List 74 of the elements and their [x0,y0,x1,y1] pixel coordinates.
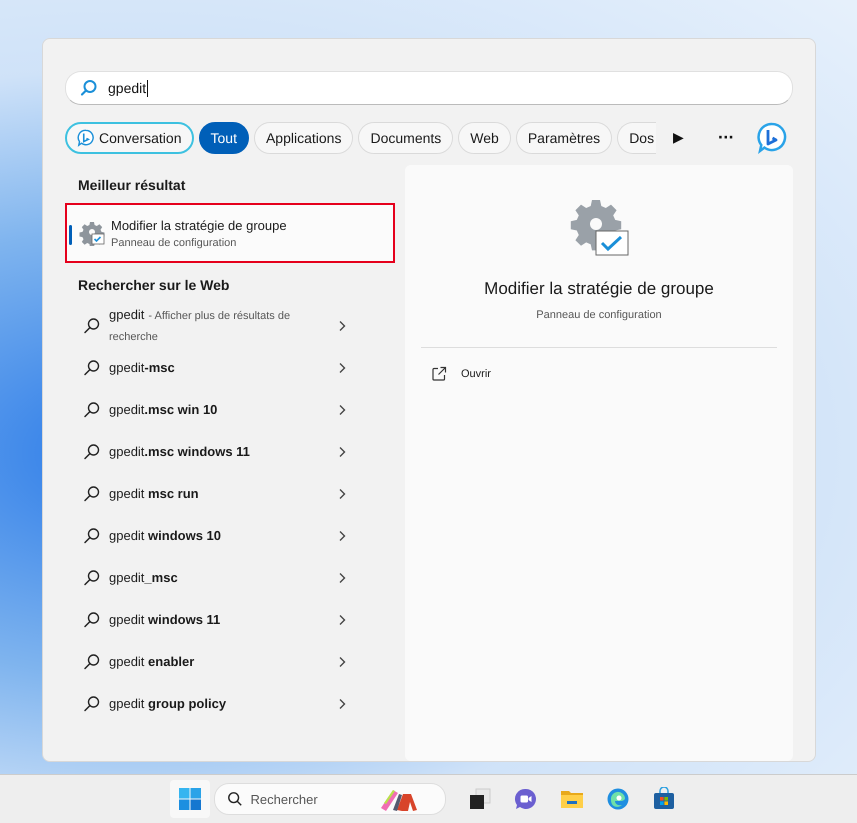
filter-tab[interactable]: Paramètres [516,122,612,154]
search-icon [83,443,101,461]
filter-tab[interactable]: Tout [198,122,249,154]
search-icon [83,653,101,671]
chevron-right-icon [337,320,347,332]
result-subtitle: Panneau de configuration [111,236,238,248]
chat-bubble-icon [77,129,95,147]
search-icon [83,401,101,419]
gear-checkbox-icon [568,199,630,257]
task-view-icon[interactable] [468,787,492,811]
search-icon [83,611,101,629]
chevron-right-icon [337,656,347,668]
search-icon [226,791,242,807]
chevron-right-icon [337,362,347,374]
search-icon [83,485,101,503]
web-result-text: gpedit windows 10 [109,527,222,545]
search-placeholder: Rechercher [250,792,319,806]
web-result-item[interactable]: gpedit_msc [65,557,395,599]
section-heading: Meilleur résultat [78,177,186,193]
search-icon [83,317,101,335]
store-bag-icon[interactable] [652,787,676,811]
video-chat-icon[interactable] [514,787,538,811]
chevron-right-icon [337,572,347,584]
scroll-tabs-button[interactable]: ▶ [669,126,688,150]
search-field[interactable]: gpedit [65,71,793,105]
web-result-text: gpedit.msc windows 11 [109,443,251,461]
best-result-item[interactable]: Modifier la stratégie de groupe Panneau de configuration [65,203,395,263]
search-icon [83,695,101,713]
web-result-item[interactable]: gpedit enabler [65,641,395,683]
chevron-right-icon [337,404,347,416]
search-icon [80,79,98,97]
web-result-text: gpedit - Afficher plus de résultats de recherche [109,306,292,345]
web-result-text: gpedit.msc win 10 [109,401,218,419]
conversation-tab[interactable]: Conversation [65,122,194,154]
filter-tab[interactable]: Web [458,122,511,154]
search-query: gpedit [108,80,146,96]
gear-checkbox-icon [79,220,105,246]
filter-tab[interactable]: Dos [617,122,656,154]
chevron-right-icon [337,488,347,500]
windows-logo-icon [178,787,202,811]
web-result-text: gpedit windows 11 [109,611,222,629]
web-result-text: gpedit msc run [109,485,200,503]
web-result-text: gpedit-msc [109,359,176,377]
open-action[interactable]: Ouvrir [421,360,501,388]
search-icon [83,359,101,377]
web-result-text: gpedit enabler [109,653,196,671]
web-result-item[interactable]: gpedit msc run [65,473,395,515]
browser-icon[interactable] [606,787,630,811]
web-result-item[interactable]: gpedit windows 10 [65,515,395,557]
web-result-text: gpedit group policy [109,695,228,713]
web-result-item[interactable]: gpedit.msc windows 11 [65,431,395,473]
filter-tab[interactable]: Documents [358,122,454,154]
preview-title: Modifier la stratégie de groupe [484,279,714,299]
filter-tab[interactable]: Applications [254,122,354,154]
section-heading: Rechercher sur le Web [78,277,230,293]
web-result-item[interactable]: gpedit-msc [65,347,395,389]
web-result-item[interactable]: gpedit - Afficher plus de résultats de recherche [65,305,395,347]
preview-subtitle: Panneau de configuration [536,309,662,321]
start-button[interactable] [170,780,210,818]
search-icon [83,569,101,587]
chevron-right-icon [337,446,347,458]
search-icon [83,527,101,545]
more-options-button[interactable]: ··· [714,126,738,150]
taskbar-search-field[interactable]: Rechercher [214,783,446,815]
chevron-right-icon [337,530,347,542]
external-link-icon [431,366,447,382]
web-result-item[interactable]: gpedit windows 11 [65,599,395,641]
chevron-right-icon [337,698,347,710]
web-result-item[interactable]: gpedit group policy [65,683,395,725]
web-result-item[interactable]: gpedit.msc win 10 [65,389,395,431]
chevron-right-icon [337,614,347,626]
web-result-text: gpedit_msc [109,569,179,587]
chat-bubble-logo-icon[interactable] [756,122,788,154]
result-title: Modifier la stratégie de groupe [111,218,287,232]
